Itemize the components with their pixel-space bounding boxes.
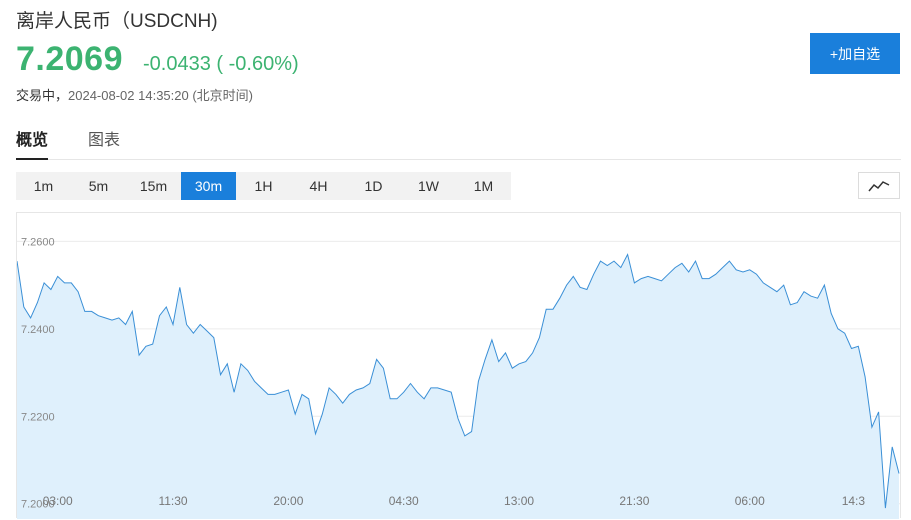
- x-tick-label: 14:3: [842, 494, 866, 508]
- view-tabs: 概览 图表: [16, 126, 901, 160]
- interval-1m[interactable]: 1m: [16, 172, 71, 200]
- status-label: 交易中，: [16, 88, 69, 103]
- interval-4h[interactable]: 4H: [291, 172, 346, 200]
- price-change: -0.0433 ( -0.60%): [143, 53, 299, 76]
- interval-1w[interactable]: 1W: [401, 172, 456, 200]
- tab-chart[interactable]: 图表: [88, 126, 120, 160]
- add-to-watchlist-button[interactable]: +加自选: [810, 33, 900, 74]
- y-tick-label: 7.2600: [21, 236, 55, 248]
- price-row: 7.2069 -0.0433 ( -0.60%): [16, 40, 299, 79]
- x-tick-label: 13:00: [504, 494, 534, 508]
- current-price: 7.2069: [16, 40, 123, 78]
- x-tick-label: 21:30: [619, 494, 649, 508]
- tab-overview[interactable]: 概览: [16, 126, 49, 160]
- price-area-fill: [17, 254, 899, 519]
- y-tick-label: 7.2200: [21, 411, 55, 423]
- price-chart: 7.2600 7.2400 7.2200 7.2000 03:00 11:30 20:00 0…: [16, 212, 901, 519]
- interval-selector: 1m 5m 15m 30m 1H 4H 1D 1W 1M: [16, 172, 511, 200]
- x-tick-label: 11:30: [158, 494, 187, 508]
- interval-15m[interactable]: 15m: [126, 172, 181, 200]
- quote-timestamp: 2024-08-02 14:35:20 (北京时间): [68, 88, 253, 103]
- x-tick-label: 03:00: [43, 494, 73, 508]
- instrument-title: 离岸人民币（USDCNH): [16, 11, 218, 32]
- interval-1h[interactable]: 1H: [236, 172, 291, 200]
- chart-type-button[interactable]: [858, 172, 900, 199]
- x-tick-label: 20:00: [273, 494, 303, 508]
- interval-1d[interactable]: 1D: [346, 172, 401, 200]
- x-tick-label: 06:00: [735, 494, 765, 508]
- interval-30m[interactable]: 30m: [181, 172, 236, 200]
- interval-5m[interactable]: 5m: [71, 172, 126, 200]
- y-tick-label: 7.2400: [21, 324, 55, 336]
- change-value: -0.0433: [143, 53, 211, 75]
- line-chart-icon: [868, 180, 890, 191]
- x-tick-label: 04:30: [389, 494, 419, 508]
- change-percent: ( -0.60%): [216, 53, 299, 75]
- interval-1mo[interactable]: 1M: [456, 172, 511, 200]
- chart-canvas: 7.26007.24007.22007.200003:00 11:30 20:00 0…: [16, 236, 900, 519]
- trading-status: 交易中，2024-08-02 14:35:20 (北京时间): [16, 85, 253, 104]
